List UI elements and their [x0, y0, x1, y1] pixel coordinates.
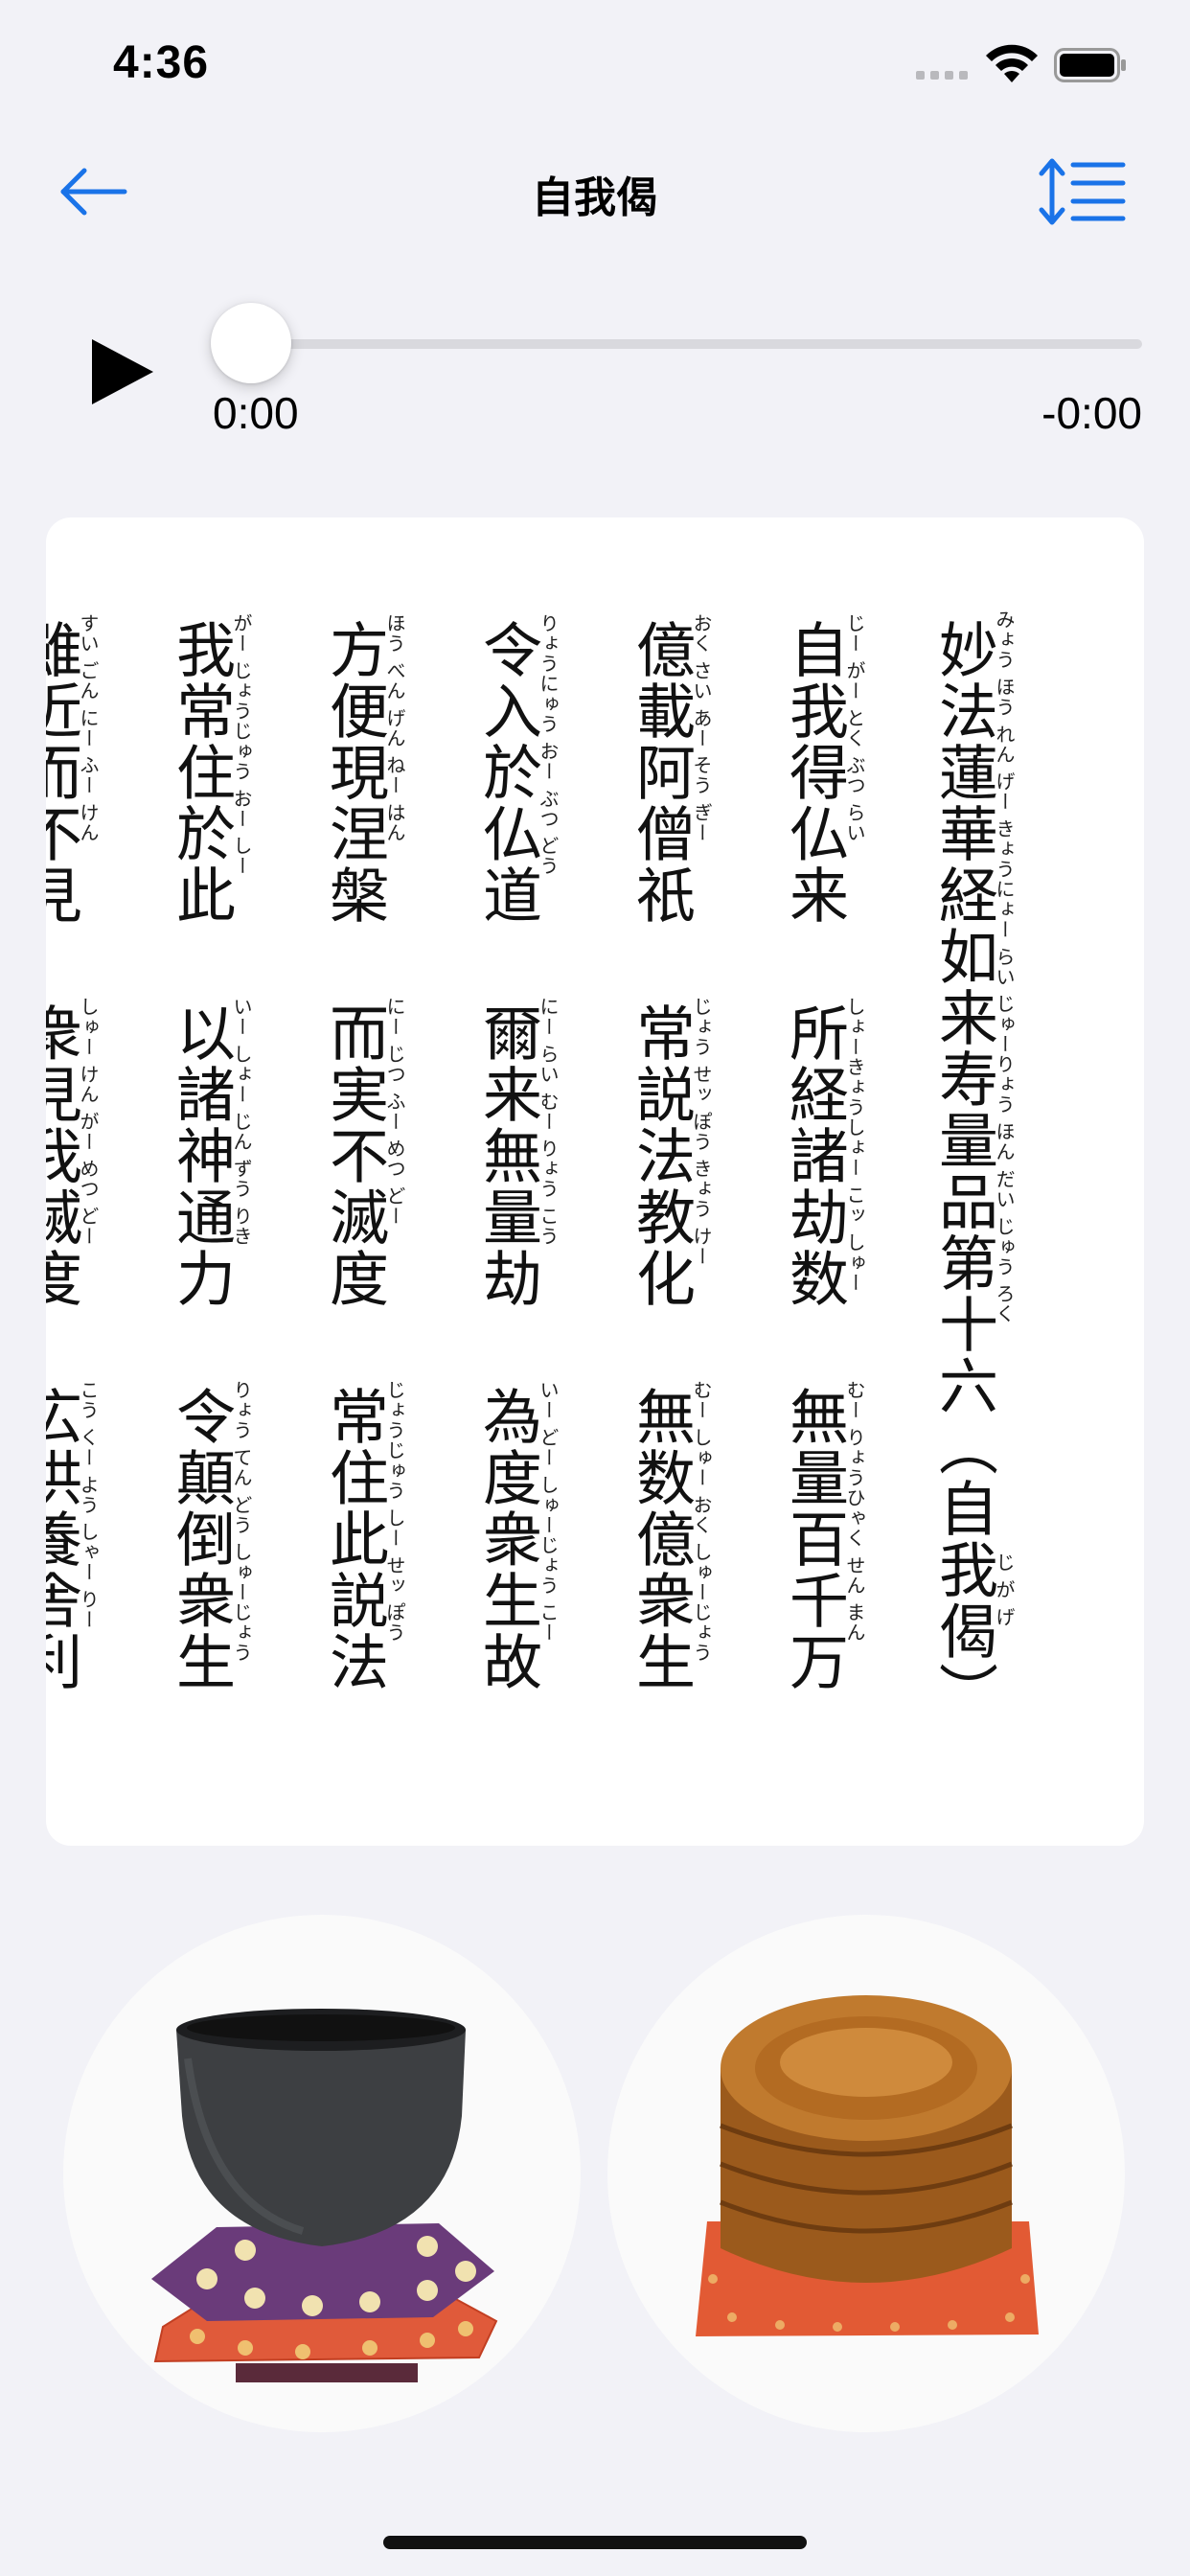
stanza-text: 令顛倒衆生 [166, 1386, 236, 1692]
home-indicator[interactable] [383, 2536, 807, 2549]
stanza-ruby: じー がー とく ぶつ らい [843, 613, 866, 843]
remaining-time: -0:00 [1041, 388, 1142, 438]
sutra-stanza: 令顛倒衆生 [166, 1386, 236, 1692]
stanza-text: 我常住於此 [166, 619, 236, 926]
stanza-ruby: むー りょうひゃく せん まん [843, 1380, 866, 1644]
stanza-ruby: しゅー けん がー めつ どー [77, 997, 100, 1247]
sutra-stanza: 自我得仏来 [779, 619, 849, 926]
stanza-ruby: しょーきょうしょー こッ しゅー [843, 997, 866, 1293]
sutra-stanza: 無数億衆生 [626, 1386, 696, 1692]
status-time: 4:36 [113, 37, 210, 88]
sutra-stanza: 常住此説法 [319, 1386, 389, 1692]
stanza-text: 爾来無量劫 [472, 1002, 542, 1309]
sutra-title-column: 妙法蓮華経如来寿量品第十六（自我偈） [928, 619, 998, 1723]
stanza-ruby: りょう てん どう しゅーじょう [230, 1380, 253, 1664]
stanza-text: 令入於仏道 [472, 619, 542, 926]
sutra-stanza: 方便現涅槃 [319, 619, 389, 926]
stanza-text: 以諸神通力 [166, 1002, 236, 1309]
stanza-ruby: いー しょー じん ずう りき [230, 997, 253, 1247]
sutra-stanza: 所経諸劫数 [779, 1002, 849, 1309]
sutra-title: 妙法蓮華経如来寿量品第十六（自我偈） [928, 619, 998, 1723]
audio-progress-track[interactable] [220, 339, 1142, 349]
stanza-text: 而実不滅度 [319, 1002, 389, 1309]
sutra-stanza: 常説法教化 [626, 1002, 696, 1309]
sutra-stanza: 我常住於此 [166, 619, 236, 926]
stanza-ruby: むー しゅー おく しゅーじょう [690, 1380, 713, 1664]
stanza-ruby: がー じょうじゅう おー しー [230, 613, 253, 877]
sutra-title-ruby-paren: じ が げ [993, 1552, 1016, 1627]
stanza-ruby: すい ごん にー ふー けん [77, 613, 100, 843]
current-time: 0:00 [213, 388, 299, 438]
stanza-ruby: じょうじゅう しー せッ ぽう [383, 1380, 406, 1644]
navigation-bar: 自我偈 [0, 144, 1190, 240]
stanza-text: 所経諸劫数 [779, 1002, 849, 1309]
stanza-text: 常説法教化 [626, 1002, 696, 1309]
wifi-icon [986, 44, 1038, 82]
stanza-ruby: こう くー よう しゃー りー [77, 1380, 100, 1630]
sutra-text-card[interactable]: 妙法蓮華経如来寿量品第十六（自我偈） みょう ほう れん げー きょうにょー ら… [46, 518, 1144, 1846]
sutra-stanza: 爾来無量劫 [472, 1002, 542, 1309]
sutra-title-ruby: みょう ほう れん げー きょうにょー らい じゅーりょう ほん だい じゅう … [993, 610, 1016, 1324]
stanza-ruby: じょう せッ ぽう きょう けー [690, 997, 713, 1267]
sutra-stanza: 而実不滅度 [319, 1002, 389, 1309]
mokugyo-image [696, 1995, 1039, 2336]
mokugyo-button[interactable] [607, 1915, 1125, 2432]
stanza-ruby: いー どー しゅーじょう こー [537, 1380, 560, 1644]
stanza-text: 方便現涅槃 [319, 619, 389, 926]
sutra-stanza: 億載阿僧祇 [626, 619, 696, 926]
sutra-stanza: 以諸神通力 [166, 1002, 236, 1309]
stanza-ruby: おく さい あー そう ぎー [690, 613, 713, 843]
status-bar: 4:36 [0, 0, 1190, 134]
rin-bowl-image [151, 2009, 498, 2382]
stanza-ruby: にー らい むー りょう こう [537, 997, 560, 1247]
sutra-stanza: 為度衆生故 [472, 1386, 542, 1692]
stanza-text: 為度衆生故 [472, 1386, 542, 1692]
play-icon[interactable] [86, 334, 163, 410]
cellular-signal-icon [916, 71, 968, 80]
audio-progress-thumb[interactable] [211, 303, 291, 383]
sutra-stanza: 無量百千万 [779, 1386, 849, 1692]
stanza-text: 常住此説法 [319, 1386, 389, 1692]
battery-icon [1054, 48, 1126, 82]
stanza-text: 無数億衆生 [626, 1386, 696, 1692]
stanza-text: 億載阿僧祇 [626, 619, 696, 926]
line-spacing-icon[interactable] [1039, 155, 1127, 228]
rin-bowl-button[interactable] [63, 1915, 581, 2432]
page-title: 自我偈 [532, 173, 658, 222]
stanza-ruby: ほう べん げん ねー はん [383, 613, 406, 843]
stanza-text: 自我得仏来 [779, 619, 849, 926]
stanza-text: 無量百千万 [779, 1386, 849, 1692]
sutra-stanza: 令入於仏道 [472, 619, 542, 926]
stanza-ruby: にー じつ ふー めつ どー [383, 997, 406, 1227]
stanza-ruby: りょうにゅう おー ぶつ どう [537, 613, 560, 877]
